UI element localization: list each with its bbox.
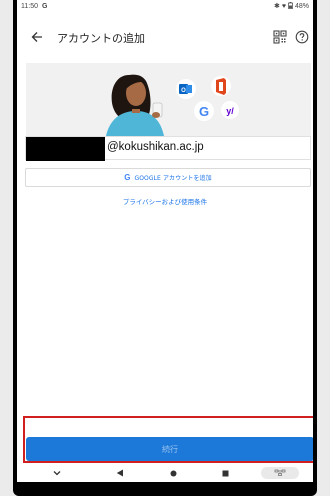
office-icon — [211, 76, 231, 96]
app-bar: アカウントの追加 — [17, 23, 313, 51]
email-display: @kokushikan.ac.jp — [25, 136, 311, 161]
status-time: 11:50 — [21, 2, 38, 10]
svg-text:O: O — [181, 88, 186, 94]
dock-icon — [274, 469, 286, 476]
google-g-icon: G — [124, 173, 131, 182]
screen: 11:50 G ✱ ♥ 48% アカウントの追加 O G y/ @kokushi… — [17, 0, 313, 482]
battery-percent: 48% — [294, 2, 309, 10]
hero-illustration: O G y/ — [26, 63, 311, 136]
arrow-left-icon — [31, 32, 42, 42]
status-app-letter: G — [42, 2, 48, 10]
back-button[interactable] — [28, 28, 46, 46]
outlook-icon: O — [176, 79, 196, 99]
nav-back-button[interactable] — [114, 467, 126, 479]
triangle-back-icon — [116, 469, 123, 477]
continue-label: 続行 — [162, 444, 178, 454]
chevron-down-icon — [53, 471, 61, 476]
privacy-terms-link[interactable]: プライバシーおよび使用条件 — [17, 196, 313, 206]
person-illustration — [106, 74, 164, 136]
page-title: アカウントの追加 — [57, 32, 145, 45]
google-logo-icon: G — [194, 101, 214, 121]
status-bar: 11:50 G ✱ ♥ 48% — [17, 0, 313, 12]
square-recents-icon — [222, 470, 228, 476]
help-icon — [295, 30, 309, 44]
battery-icon — [288, 1, 293, 11]
bluetooth-icon: ✱ — [273, 3, 280, 10]
navigation-bar — [17, 464, 313, 482]
nav-extra-button[interactable] — [261, 467, 299, 479]
yahoo-icon: y/ — [221, 101, 239, 119]
keyboard-hide-button[interactable] — [49, 467, 65, 479]
qr-scan-button[interactable] — [273, 29, 289, 45]
nav-home-button[interactable] — [168, 467, 178, 479]
nav-recents-button[interactable] — [220, 467, 230, 479]
svg-text:G: G — [199, 104, 209, 119]
add-google-account-label: GOOGLE アカウントを追加 — [134, 175, 212, 182]
continue-button[interactable]: 続行 — [26, 437, 313, 461]
help-button[interactable] — [295, 29, 311, 45]
svg-text:y/: y/ — [226, 106, 234, 116]
wifi-icon: ♥ — [281, 2, 286, 10]
add-google-account-button[interactable]: G GOOGLE アカウントを追加 — [25, 168, 311, 187]
email-domain: @kokushikan.ac.jp — [107, 141, 204, 153]
qr-code-icon — [273, 30, 287, 44]
redacted-username — [26, 137, 105, 161]
circle-home-icon — [170, 470, 176, 476]
